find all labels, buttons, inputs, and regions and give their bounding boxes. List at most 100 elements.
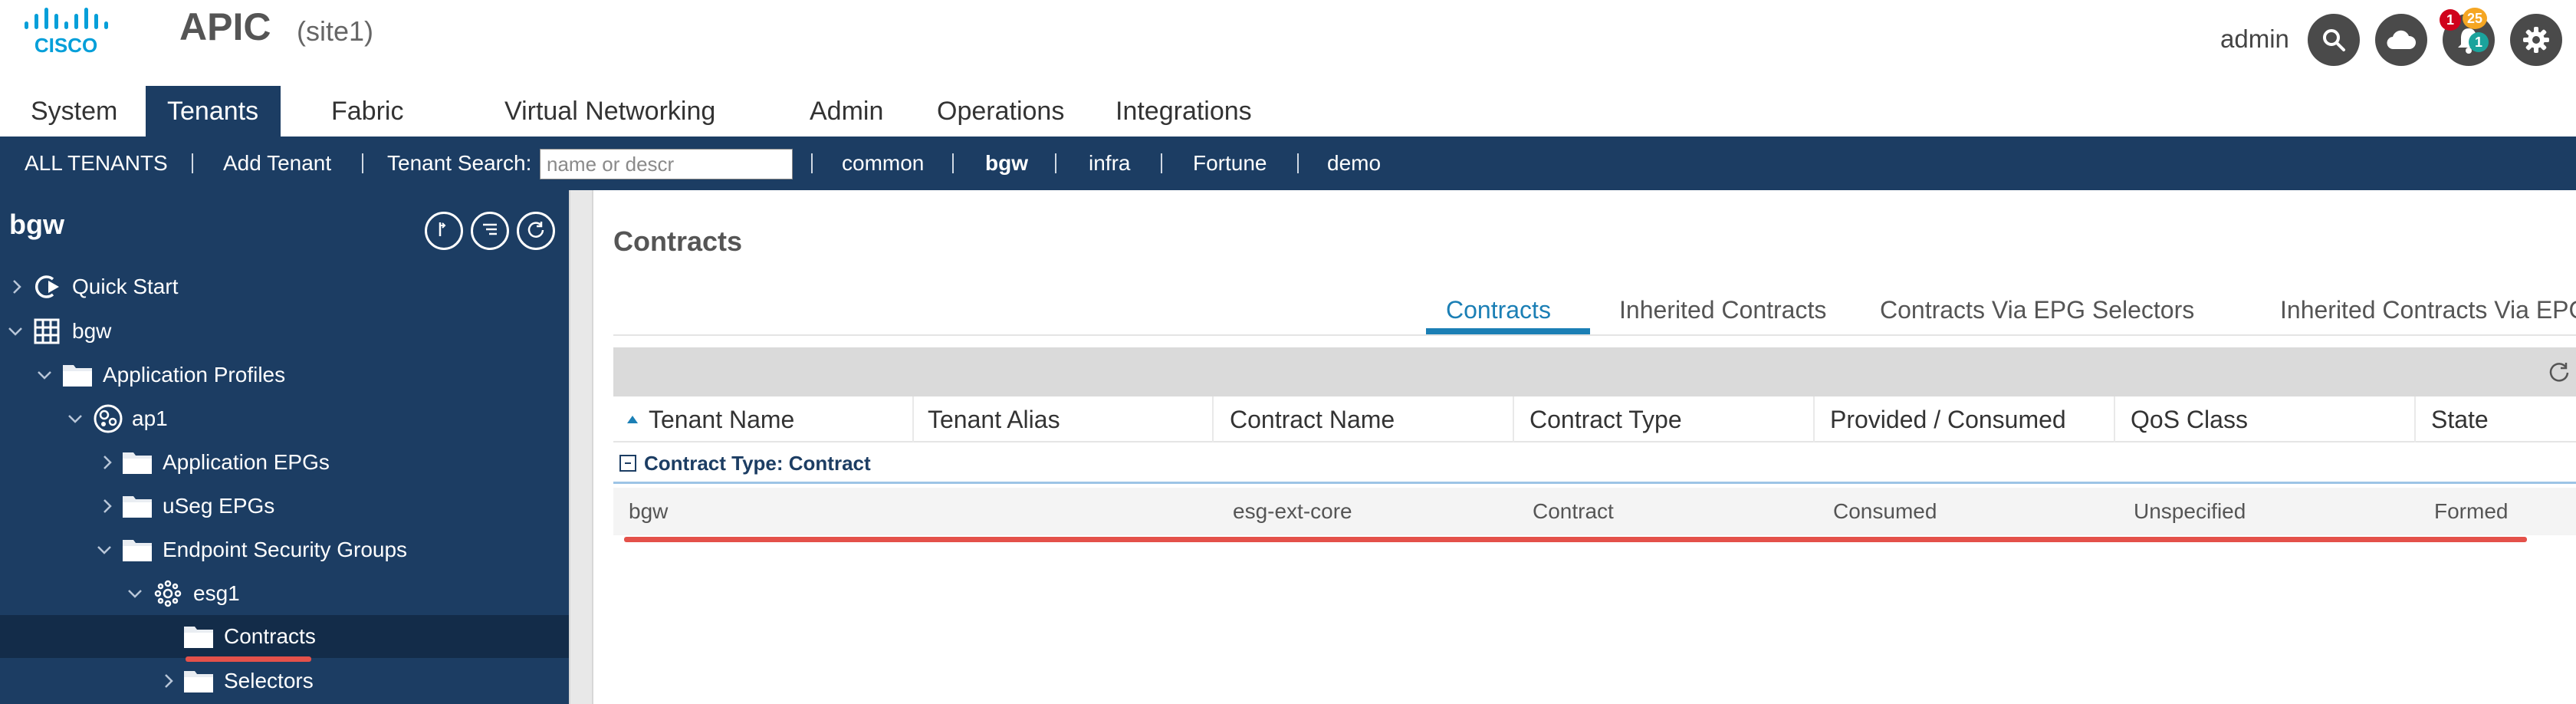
tree-item-tenant-bgw[interactable]: bgw (0, 310, 569, 353)
tree-item-contracts[interactable]: Contracts (0, 615, 569, 658)
tenant-link-infra[interactable]: infra (1089, 137, 1130, 190)
quick-start-icon (29, 271, 64, 302)
chevron-down-icon[interactable] (124, 583, 146, 604)
content-tabs: Contracts Inherited Contracts Contracts … (613, 285, 2576, 336)
column-header-qos-class[interactable]: QoS Class (2131, 396, 2248, 442)
navigation-sidebar: bgw Quick Start bgw Application Profiles… (0, 190, 569, 704)
chevron-right-icon[interactable] (6, 276, 28, 298)
tree-item-quick-start[interactable]: Quick Start (0, 265, 569, 308)
chevron-down-icon[interactable] (5, 321, 26, 342)
tab-inherited-contracts[interactable]: Inherited Contracts (1619, 285, 1826, 334)
sub-nav-divider (362, 153, 363, 173)
sub-nav-divider (811, 153, 813, 173)
column-divider[interactable] (1212, 396, 1214, 442)
tree-item-label: esg1 (193, 581, 240, 605)
folder-icon (120, 447, 155, 478)
tree-item-ap1[interactable]: ap1 (0, 397, 569, 440)
chevron-right-icon[interactable] (158, 670, 179, 692)
cell-tenant-name: bgw (629, 499, 669, 523)
tenant-search-label: Tenant Search: (387, 151, 532, 175)
tab-fabric[interactable]: Fabric (331, 86, 403, 137)
tab-integrations[interactable]: Integrations (1116, 86, 1252, 137)
column-header-state[interactable]: State (2431, 396, 2489, 442)
column-divider[interactable] (2414, 396, 2416, 442)
column-header-tenant-name[interactable]: Tenant Name (627, 396, 794, 442)
sidebar-title: bgw (9, 209, 64, 240)
sub-nav-divider (1055, 153, 1056, 173)
main-nav: System Tenants Fabric Virtual Networking… (0, 86, 2576, 137)
column-header-provided-consumed[interactable]: Provided / Consumed (1830, 396, 2066, 442)
chevron-right-icon[interactable] (97, 495, 118, 517)
tree-item-label: uSeg EPGs (163, 494, 275, 518)
tenant-link-bgw[interactable]: bgw (985, 137, 1028, 190)
app-title: APIC (179, 5, 271, 48)
tenant-link-common[interactable]: common (842, 137, 924, 190)
column-divider[interactable] (2114, 396, 2115, 442)
folder-icon (181, 666, 216, 696)
cloud-button[interactable] (2375, 14, 2427, 66)
user-menu[interactable]: admin (2220, 25, 2289, 54)
settings-button[interactable] (2510, 14, 2562, 66)
tab-operations[interactable]: Operations (937, 86, 1064, 137)
search-button[interactable] (2308, 14, 2360, 66)
tab-system[interactable]: System (31, 86, 117, 137)
tenant-link-demo[interactable]: demo (1327, 137, 1381, 190)
event-count-badge: 1 (2469, 32, 2489, 52)
tree-item-selectors[interactable]: Selectors (0, 660, 569, 702)
chevron-down-icon[interactable] (64, 408, 86, 429)
chevron-down-icon[interactable] (94, 539, 115, 561)
column-header-tenant-alias[interactable]: Tenant Alias (928, 396, 1060, 442)
apic-page: CISCO APIC (site1) admin 1 25 1 System T… (0, 0, 2576, 704)
refresh-icon[interactable] (2547, 360, 2571, 384)
refresh-icon (526, 219, 546, 243)
tenant-link-fortune[interactable]: Fortune (1193, 137, 1267, 190)
chevron-down-icon[interactable] (34, 364, 55, 386)
gear-icon (2522, 25, 2551, 54)
table-row[interactable]: bgw esg-ext-core Contract Consumed Unspe… (613, 488, 2576, 535)
chevron-right-icon[interactable] (97, 452, 118, 473)
sub-nav-divider (192, 153, 193, 173)
tenant-search-input[interactable] (540, 149, 793, 179)
sub-nav-divider (952, 153, 954, 173)
alert-count-badge: 1 (2440, 9, 2461, 31)
cell-qos-class: Unspecified (2134, 499, 2246, 523)
sidebar-tool-first[interactable] (425, 212, 463, 250)
sidebar-tool-list[interactable] (471, 212, 509, 250)
tab-admin[interactable]: Admin (810, 86, 883, 137)
tree-item-endpoint-security-groups[interactable]: Endpoint Security Groups (0, 528, 569, 571)
pane-splitter[interactable] (569, 190, 593, 704)
sidebar-tool-refresh[interactable] (517, 212, 555, 250)
collapse-group-icon[interactable] (619, 455, 636, 472)
tenant-grid-icon (29, 316, 64, 347)
tab-inherited-contracts-via-epg[interactable]: Inherited Contracts Via EPG (2280, 285, 2576, 334)
cell-contract-type: Contract (1533, 499, 1614, 523)
collapse-tree-icon (434, 219, 454, 243)
tree-item-label: Selectors (224, 669, 314, 692)
add-tenant-link[interactable]: Add Tenant (223, 137, 331, 190)
column-divider[interactable] (912, 396, 914, 442)
folder-icon (181, 621, 216, 652)
column-header-contract-name[interactable]: Contract Name (1230, 396, 1395, 442)
column-divider[interactable] (1813, 396, 1815, 442)
tree-item-useg-epgs[interactable]: uSeg EPGs (0, 485, 569, 528)
tree-item-label: Quick Start (72, 275, 179, 298)
tab-contracts-via-epg-selectors[interactable]: Contracts Via EPG Selectors (1880, 285, 2194, 334)
all-tenants-link[interactable]: ALL TENANTS (25, 137, 168, 190)
folder-icon (60, 360, 95, 390)
tree-item-application-profiles[interactable]: Application Profiles (0, 354, 569, 396)
tenant-sub-nav: ALL TENANTS Add Tenant Tenant Search: co… (0, 137, 2576, 190)
svg-text:CISCO: CISCO (34, 34, 97, 55)
tree-item-label: ap1 (132, 406, 168, 430)
cisco-logo[interactable]: CISCO (23, 6, 113, 55)
alerts-button[interactable]: 1 25 1 (2440, 8, 2495, 66)
tab-contracts[interactable]: Contracts (1446, 285, 1551, 334)
tree-item-label: bgw (72, 319, 112, 343)
tab-tenants[interactable]: Tenants (146, 86, 281, 137)
column-divider[interactable] (1513, 396, 1514, 442)
tree-item-esg1[interactable]: esg1 (0, 572, 569, 615)
tree-item-application-epgs[interactable]: Application EPGs (0, 441, 569, 484)
tab-virtual-networking[interactable]: Virtual Networking (504, 86, 715, 137)
column-header-contract-type[interactable]: Contract Type (1530, 396, 1682, 442)
folder-icon (120, 491, 155, 521)
fault-count-badge: 25 (2463, 8, 2487, 29)
